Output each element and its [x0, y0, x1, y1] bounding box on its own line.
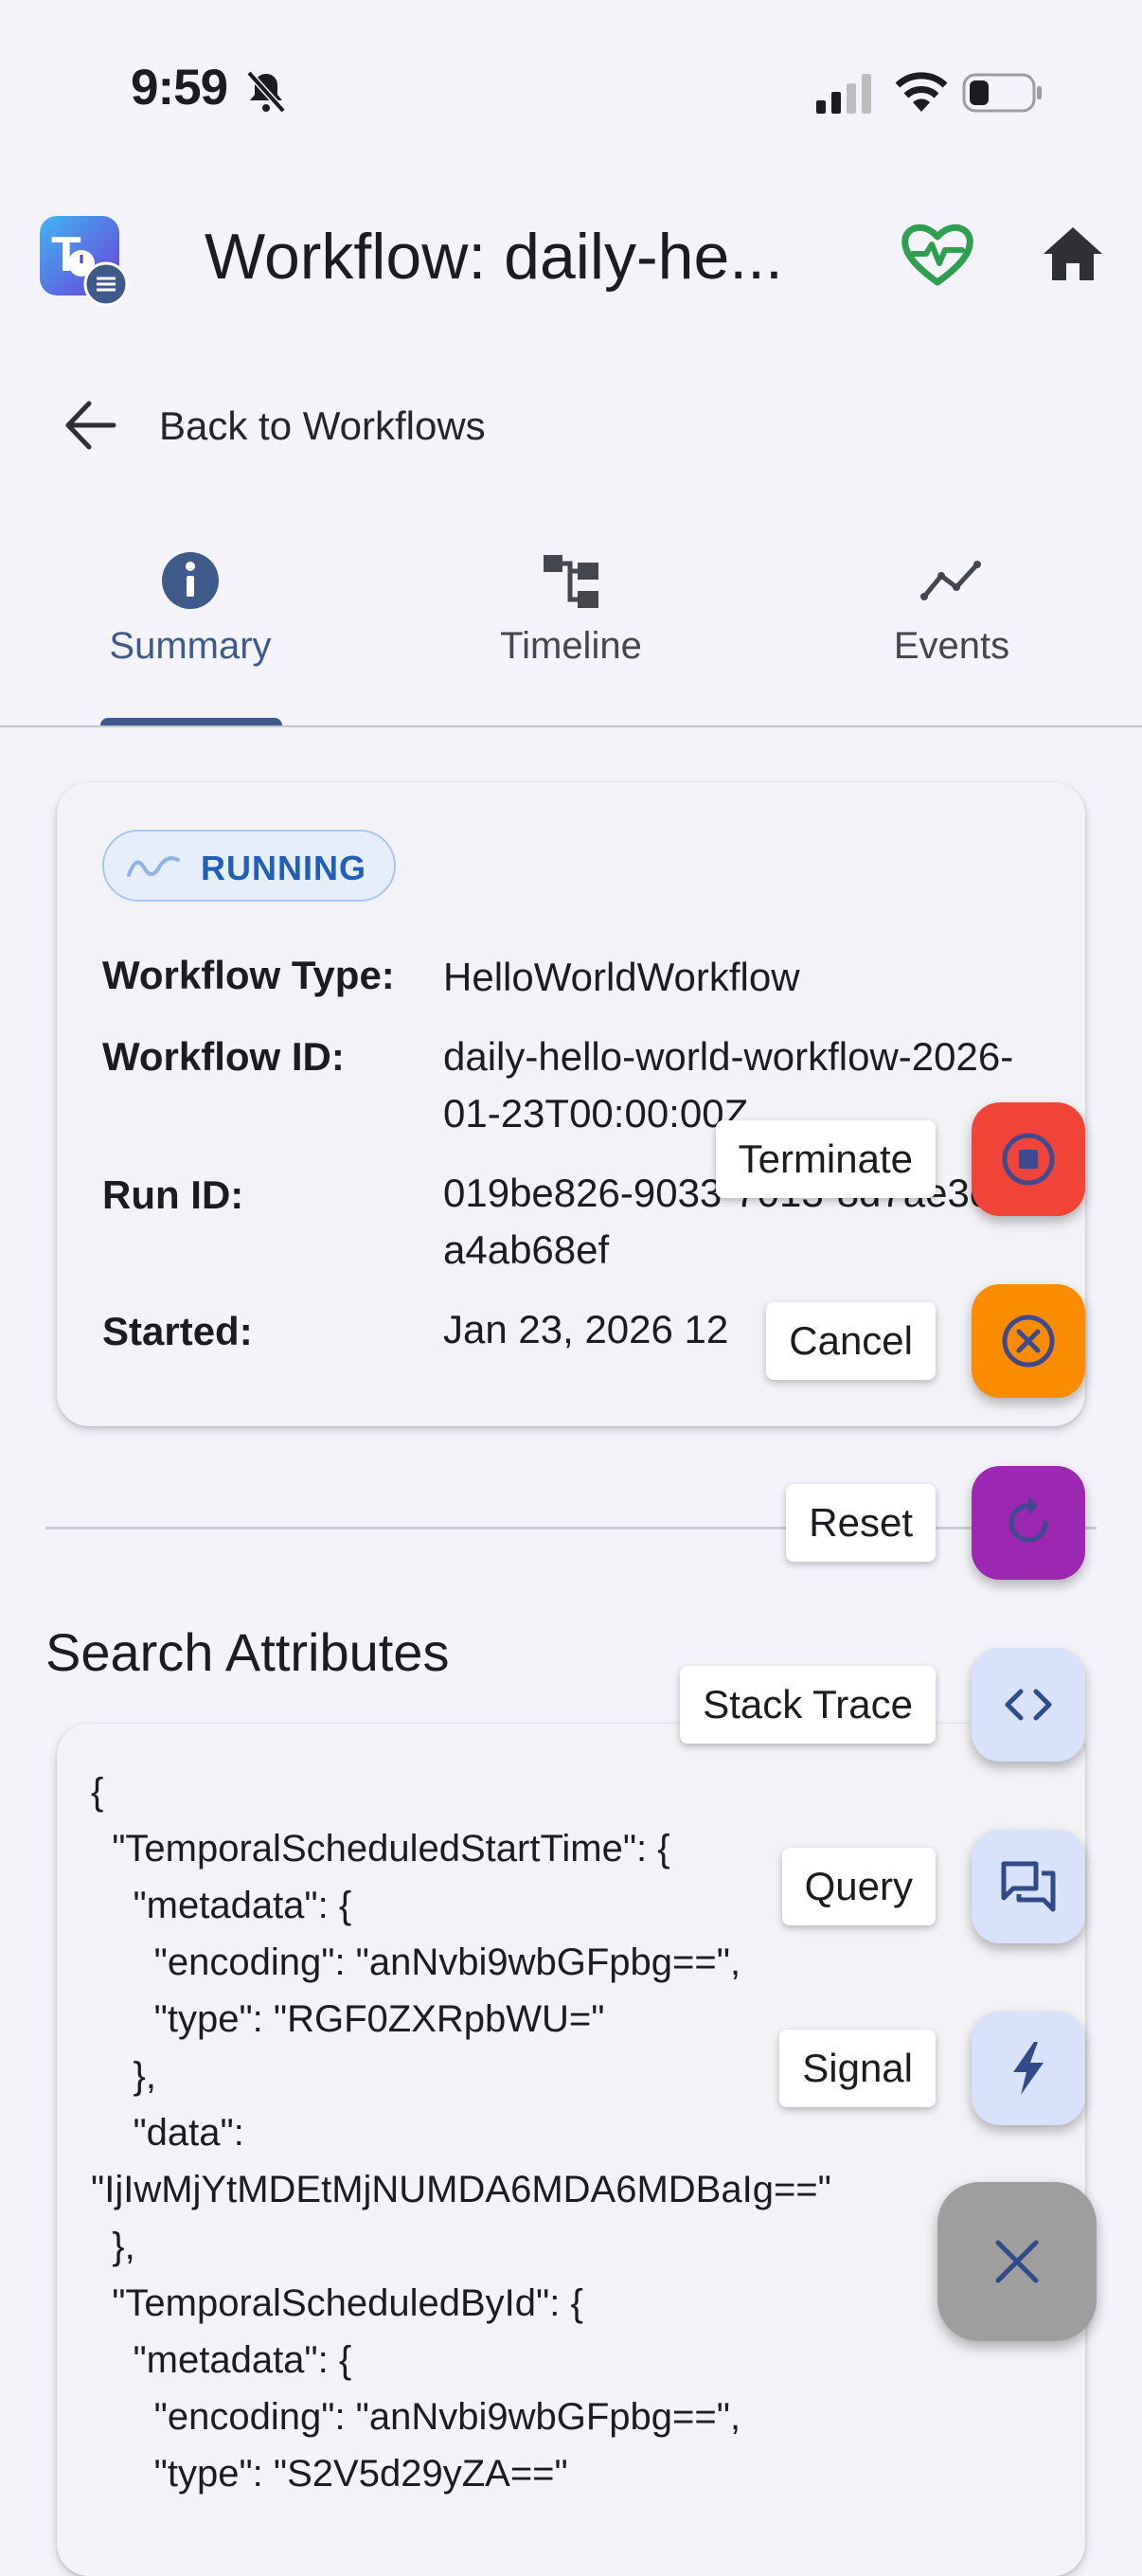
bolt-icon [1013, 2042, 1044, 2095]
workflow-type-label: Workflow Type: [102, 953, 395, 997]
page-title: Workflow: daily-he... [205, 221, 783, 293]
wifi-icon [895, 72, 948, 112]
timeline-icon [544, 555, 598, 608]
query-button[interactable] [972, 1830, 1085, 1943]
tab-summary[interactable]: Summary [0, 549, 381, 668]
bell-muted-icon [246, 70, 286, 114]
tab-label: Summary [109, 625, 272, 667]
search-attributes-title: Search Attributes [45, 1622, 450, 1682]
status-text: RUNNING [201, 849, 366, 887]
stop-icon [1002, 1133, 1055, 1186]
signal-button[interactable] [972, 2012, 1085, 2125]
battery-icon [962, 73, 1042, 113]
tab-label: Events [893, 625, 1010, 667]
back-arrow-icon[interactable] [62, 398, 119, 453]
status-time: 9:59 [131, 60, 228, 116]
search-attributes-json: { "TemporalScheduledStartTime": { "metad… [91, 1771, 831, 2495]
cancel-circle-icon [1002, 1315, 1055, 1368]
status-badge: RUNNING [102, 830, 396, 902]
tab-label: Timeline [500, 625, 642, 667]
workflow-type-value: HelloWorldWorkflow [443, 955, 800, 999]
tab-divider [0, 725, 1142, 727]
run-id-label: Run ID: [102, 1172, 244, 1217]
home-icon[interactable] [1042, 225, 1104, 282]
health-heartbeat-icon[interactable] [900, 220, 975, 288]
events-chart-icon [920, 561, 981, 600]
reset-button[interactable] [972, 1466, 1085, 1580]
cancel-button[interactable] [972, 1284, 1085, 1398]
query-label[interactable]: Query [781, 1848, 936, 1925]
terminate-label[interactable]: Terminate [715, 1120, 936, 1198]
close-fab-menu-button[interactable] [937, 2182, 1097, 2341]
started-value: Jan 23, 2026 12 [443, 1307, 729, 1351]
reset-icon [1008, 1496, 1048, 1543]
section-divider [45, 1527, 1097, 1530]
app-logo-icon: T [40, 216, 129, 307]
tab-timeline[interactable]: Timeline [381, 549, 761, 668]
signal-label[interactable]: Signal [779, 2030, 936, 2107]
code-icon [1005, 1689, 1052, 1721]
cancel-label[interactable]: Cancel [766, 1302, 936, 1380]
stack-trace-button[interactable] [972, 1648, 1085, 1762]
back-to-workflows-link[interactable]: Back to Workflows [159, 403, 486, 449]
info-icon [162, 552, 219, 609]
cell-signal-icon [816, 74, 871, 114]
workflow-id-label: Workflow ID: [102, 1034, 345, 1079]
stack-trace-label[interactable]: Stack Trace [680, 1666, 936, 1744]
started-label: Started: [102, 1309, 253, 1353]
tab-events[interactable]: Events [761, 549, 1142, 668]
terminate-button[interactable] [972, 1102, 1085, 1216]
reset-label[interactable]: Reset [786, 1484, 936, 1562]
chat-icon [1001, 1861, 1056, 1912]
wave-icon [127, 856, 180, 877]
close-icon [995, 2240, 1039, 2283]
